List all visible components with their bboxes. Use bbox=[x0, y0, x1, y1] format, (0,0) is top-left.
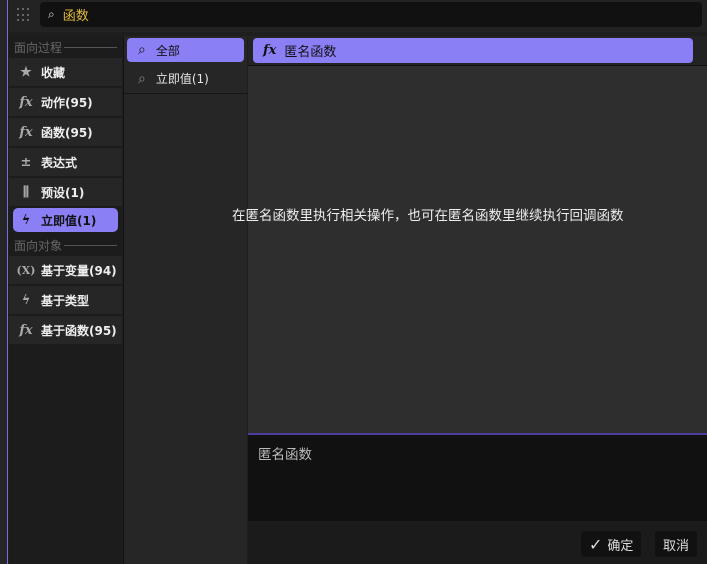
function-icon: fx bbox=[19, 124, 33, 140]
operators-icon: ± bbox=[20, 154, 32, 170]
search-input[interactable] bbox=[62, 7, 563, 22]
star-icon: ★ bbox=[20, 64, 32, 80]
section-header: 面向过程 bbox=[9, 36, 122, 58]
function-icon: fx bbox=[263, 43, 277, 58]
search-bar: ⌕ bbox=[9, 0, 707, 32]
sidebar-item-presets[interactable]: ⫼ 预设(1) bbox=[9, 178, 122, 206]
category-sidebar: 面向过程 ★ 收藏 fx 动作(95) fx 函数(95) ± 表达式 ⫼ 预设(1) ϟ… bbox=[9, 36, 122, 564]
section-header: 面向对象 bbox=[9, 234, 122, 256]
filter-list: ⌕ 全部 ⌕ 立即值(1) bbox=[123, 36, 247, 564]
sliders-icon: ⫼ bbox=[23, 184, 29, 200]
function-icon: fx bbox=[19, 322, 33, 338]
sidebar-item-expressions[interactable]: ± 表达式 bbox=[9, 148, 122, 176]
result-item-anonymous-function[interactable]: fx 匿名函数 bbox=[253, 38, 693, 63]
detail-panel: fx 匿名函数 在匿名函数里执行相关操作，也可在匿名函数里继续执行回调函数 匿名函… bbox=[232, 36, 707, 564]
sidebar-item-actions[interactable]: fx 动作(95) bbox=[9, 88, 122, 116]
lightning-icon: ϟ bbox=[21, 292, 31, 308]
search-icon: ⌕ bbox=[138, 42, 146, 58]
sidebar-item-functions[interactable]: fx 函数(95) bbox=[9, 118, 122, 146]
lightning-icon: ϟ bbox=[21, 212, 31, 228]
background-window-edge bbox=[0, 0, 8, 564]
text-field[interactable]: 匿名函数 bbox=[248, 433, 707, 521]
check-icon: ✓ bbox=[589, 534, 603, 554]
sidebar-item-immediate[interactable]: ϟ 立即值(1) bbox=[13, 208, 118, 232]
description-area: 在匿名函数里执行相关操作，也可在匿名函数里继续执行回调函数 bbox=[232, 66, 707, 433]
description-text: 在匿名函数里执行相关操作，也可在匿名函数里继续执行回调函数 bbox=[232, 208, 624, 224]
drag-handle-icon[interactable] bbox=[17, 8, 31, 22]
function-icon: fx bbox=[19, 94, 33, 110]
search-icon: ⌕ bbox=[138, 70, 146, 87]
sidebar-item-favorites[interactable]: ★ 收藏 bbox=[9, 58, 122, 86]
search-icon: ⌕ bbox=[48, 7, 55, 21]
sidebar-item-by-function[interactable]: fx 基于函数(95) bbox=[9, 316, 122, 344]
confirm-button[interactable]: ✓ 确定 bbox=[581, 531, 642, 557]
cancel-button[interactable]: 取消 bbox=[655, 531, 698, 557]
filter-immediate[interactable]: ⌕ 立即值(1) bbox=[124, 64, 247, 94]
search-field[interactable]: ⌕ bbox=[40, 2, 702, 27]
sidebar-item-by-type[interactable]: ϟ 基于类型 bbox=[9, 286, 122, 314]
sidebar-item-by-variable[interactable]: (X) 基于变量(94) bbox=[9, 256, 122, 284]
variable-icon: (X) bbox=[16, 263, 36, 277]
filter-all[interactable]: ⌕ 全部 bbox=[127, 38, 244, 62]
